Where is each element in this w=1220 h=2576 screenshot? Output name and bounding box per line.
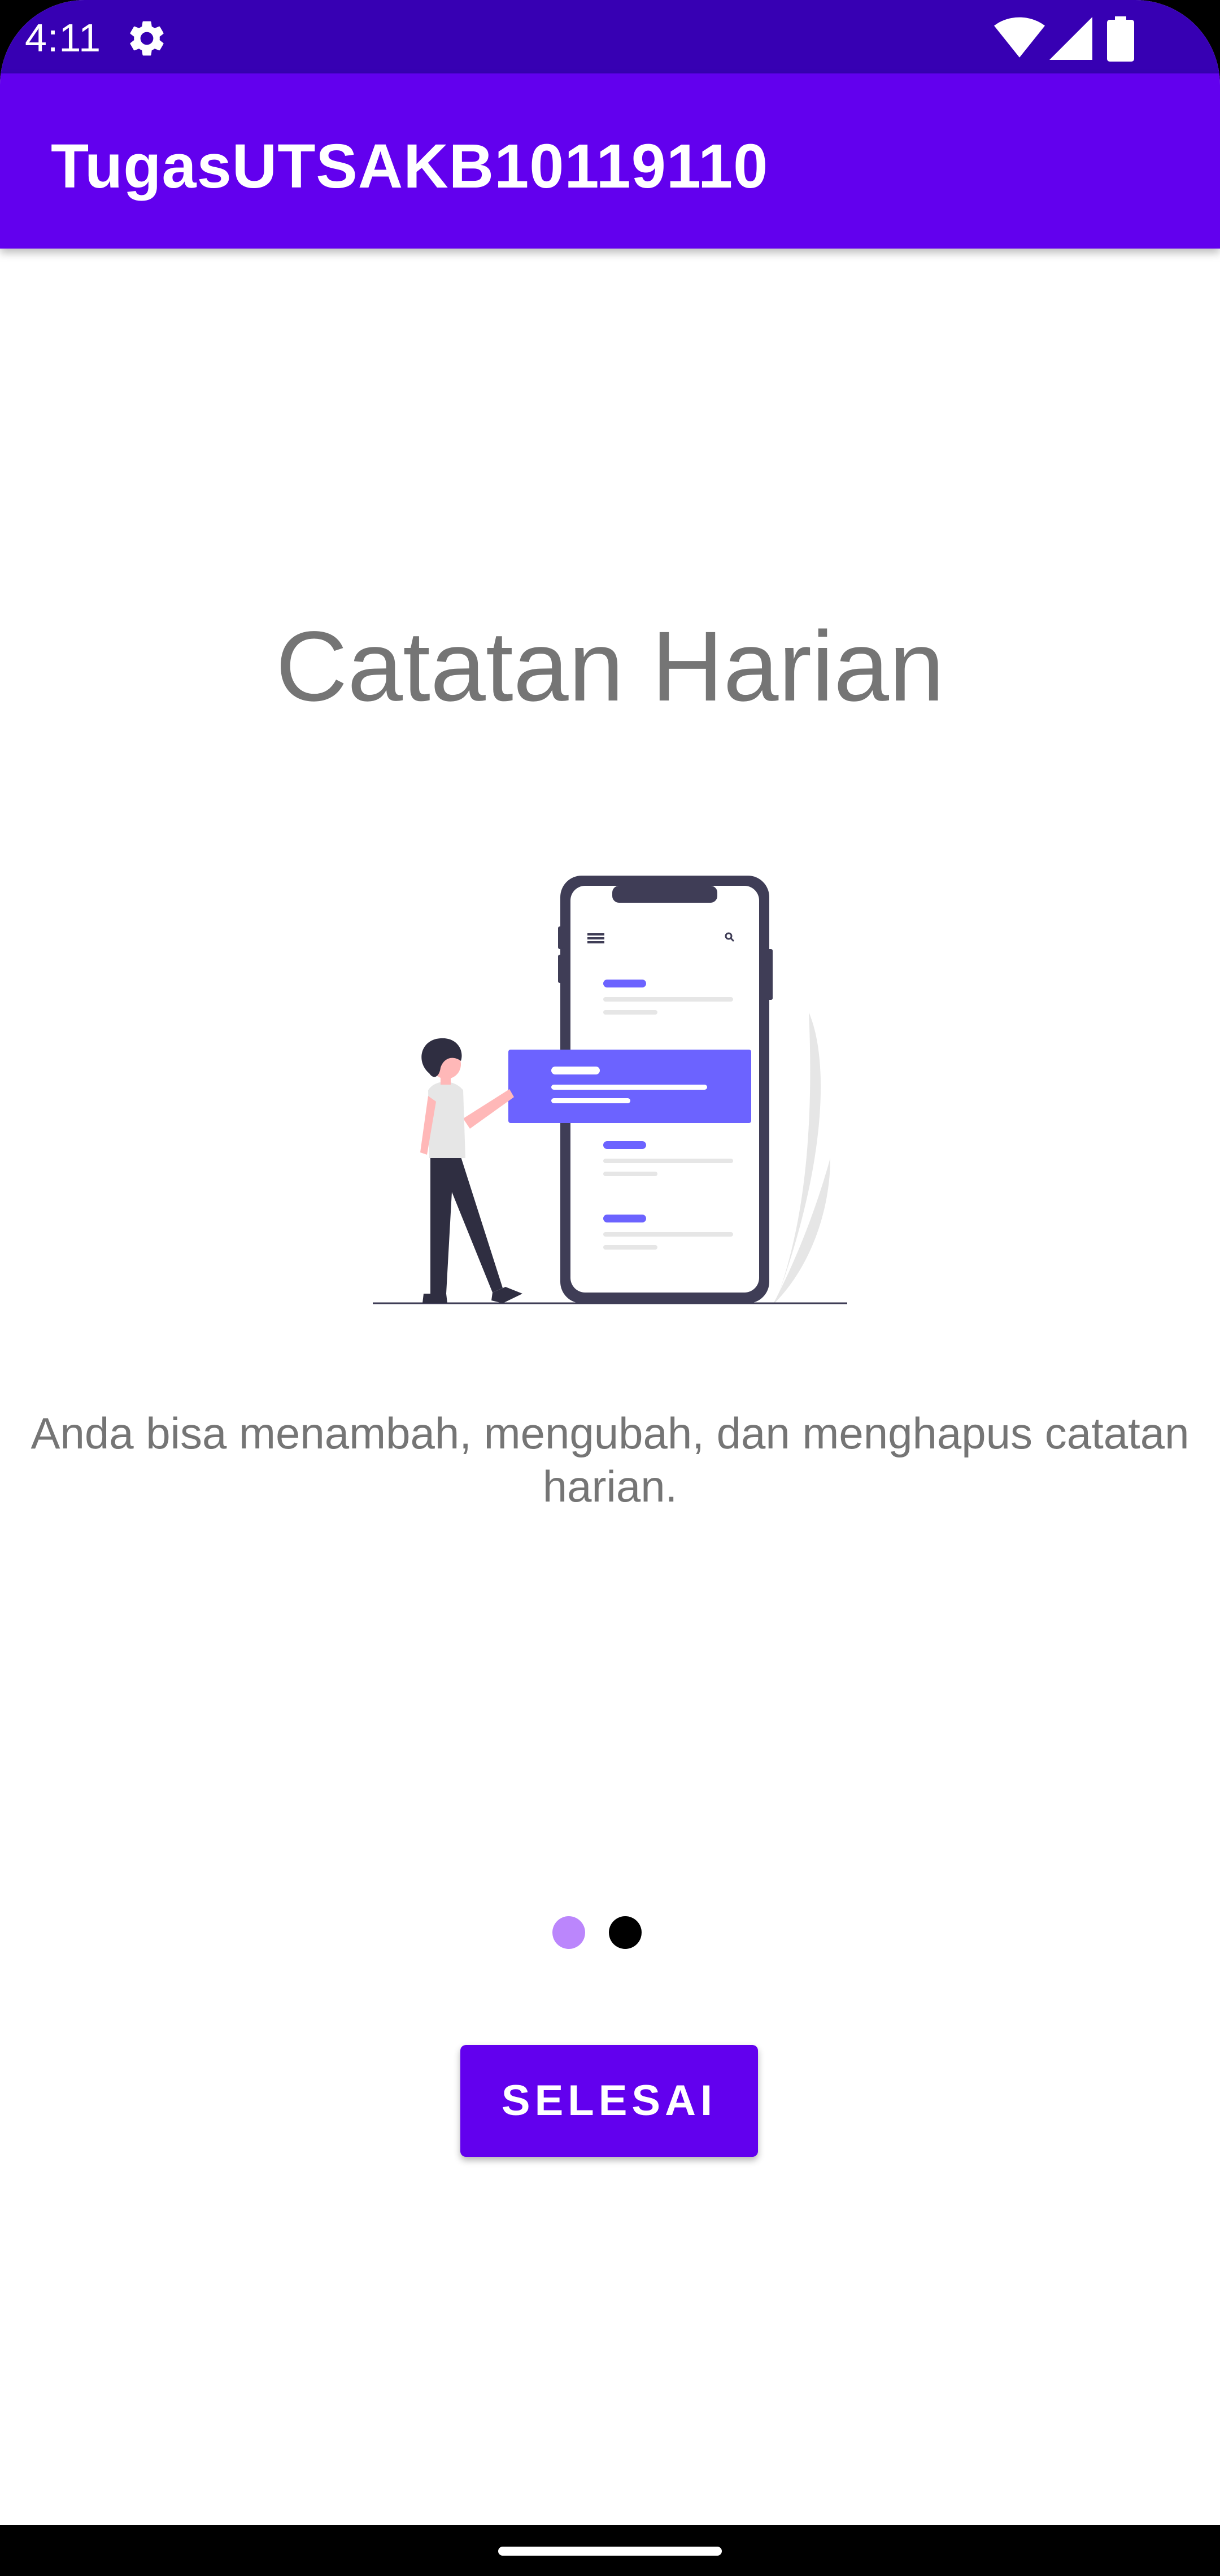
wifi-icon xyxy=(994,17,1045,58)
signal-icon xyxy=(1049,17,1092,60)
page-indicator-dot-2-active[interactable] xyxy=(609,1916,642,1949)
page-heading: Catatan Harian xyxy=(276,611,944,722)
home-gesture-handle[interactable] xyxy=(498,2547,722,2556)
status-bar: 4:11 xyxy=(0,0,1220,73)
app-title: TugasUTSAKB10119110 xyxy=(51,132,769,201)
app-bar: TugasUTSAKB10119110 xyxy=(0,73,1220,249)
status-time: 4:11 xyxy=(25,16,102,60)
finish-button[interactable]: SELESAI xyxy=(460,2045,758,2157)
app-screen: 4:11 TugasUTSAKB10119110 Catatan Harian xyxy=(0,0,1220,2576)
onboarding-description: Anda bisa menambah, mengubah, dan mengha… xyxy=(30,1408,1190,1511)
page-indicator-dot-1[interactable] xyxy=(552,1916,585,1949)
person-with-phone-notes-illustration xyxy=(373,876,847,1305)
battery-icon xyxy=(1107,16,1134,62)
settings-icon xyxy=(130,21,164,56)
